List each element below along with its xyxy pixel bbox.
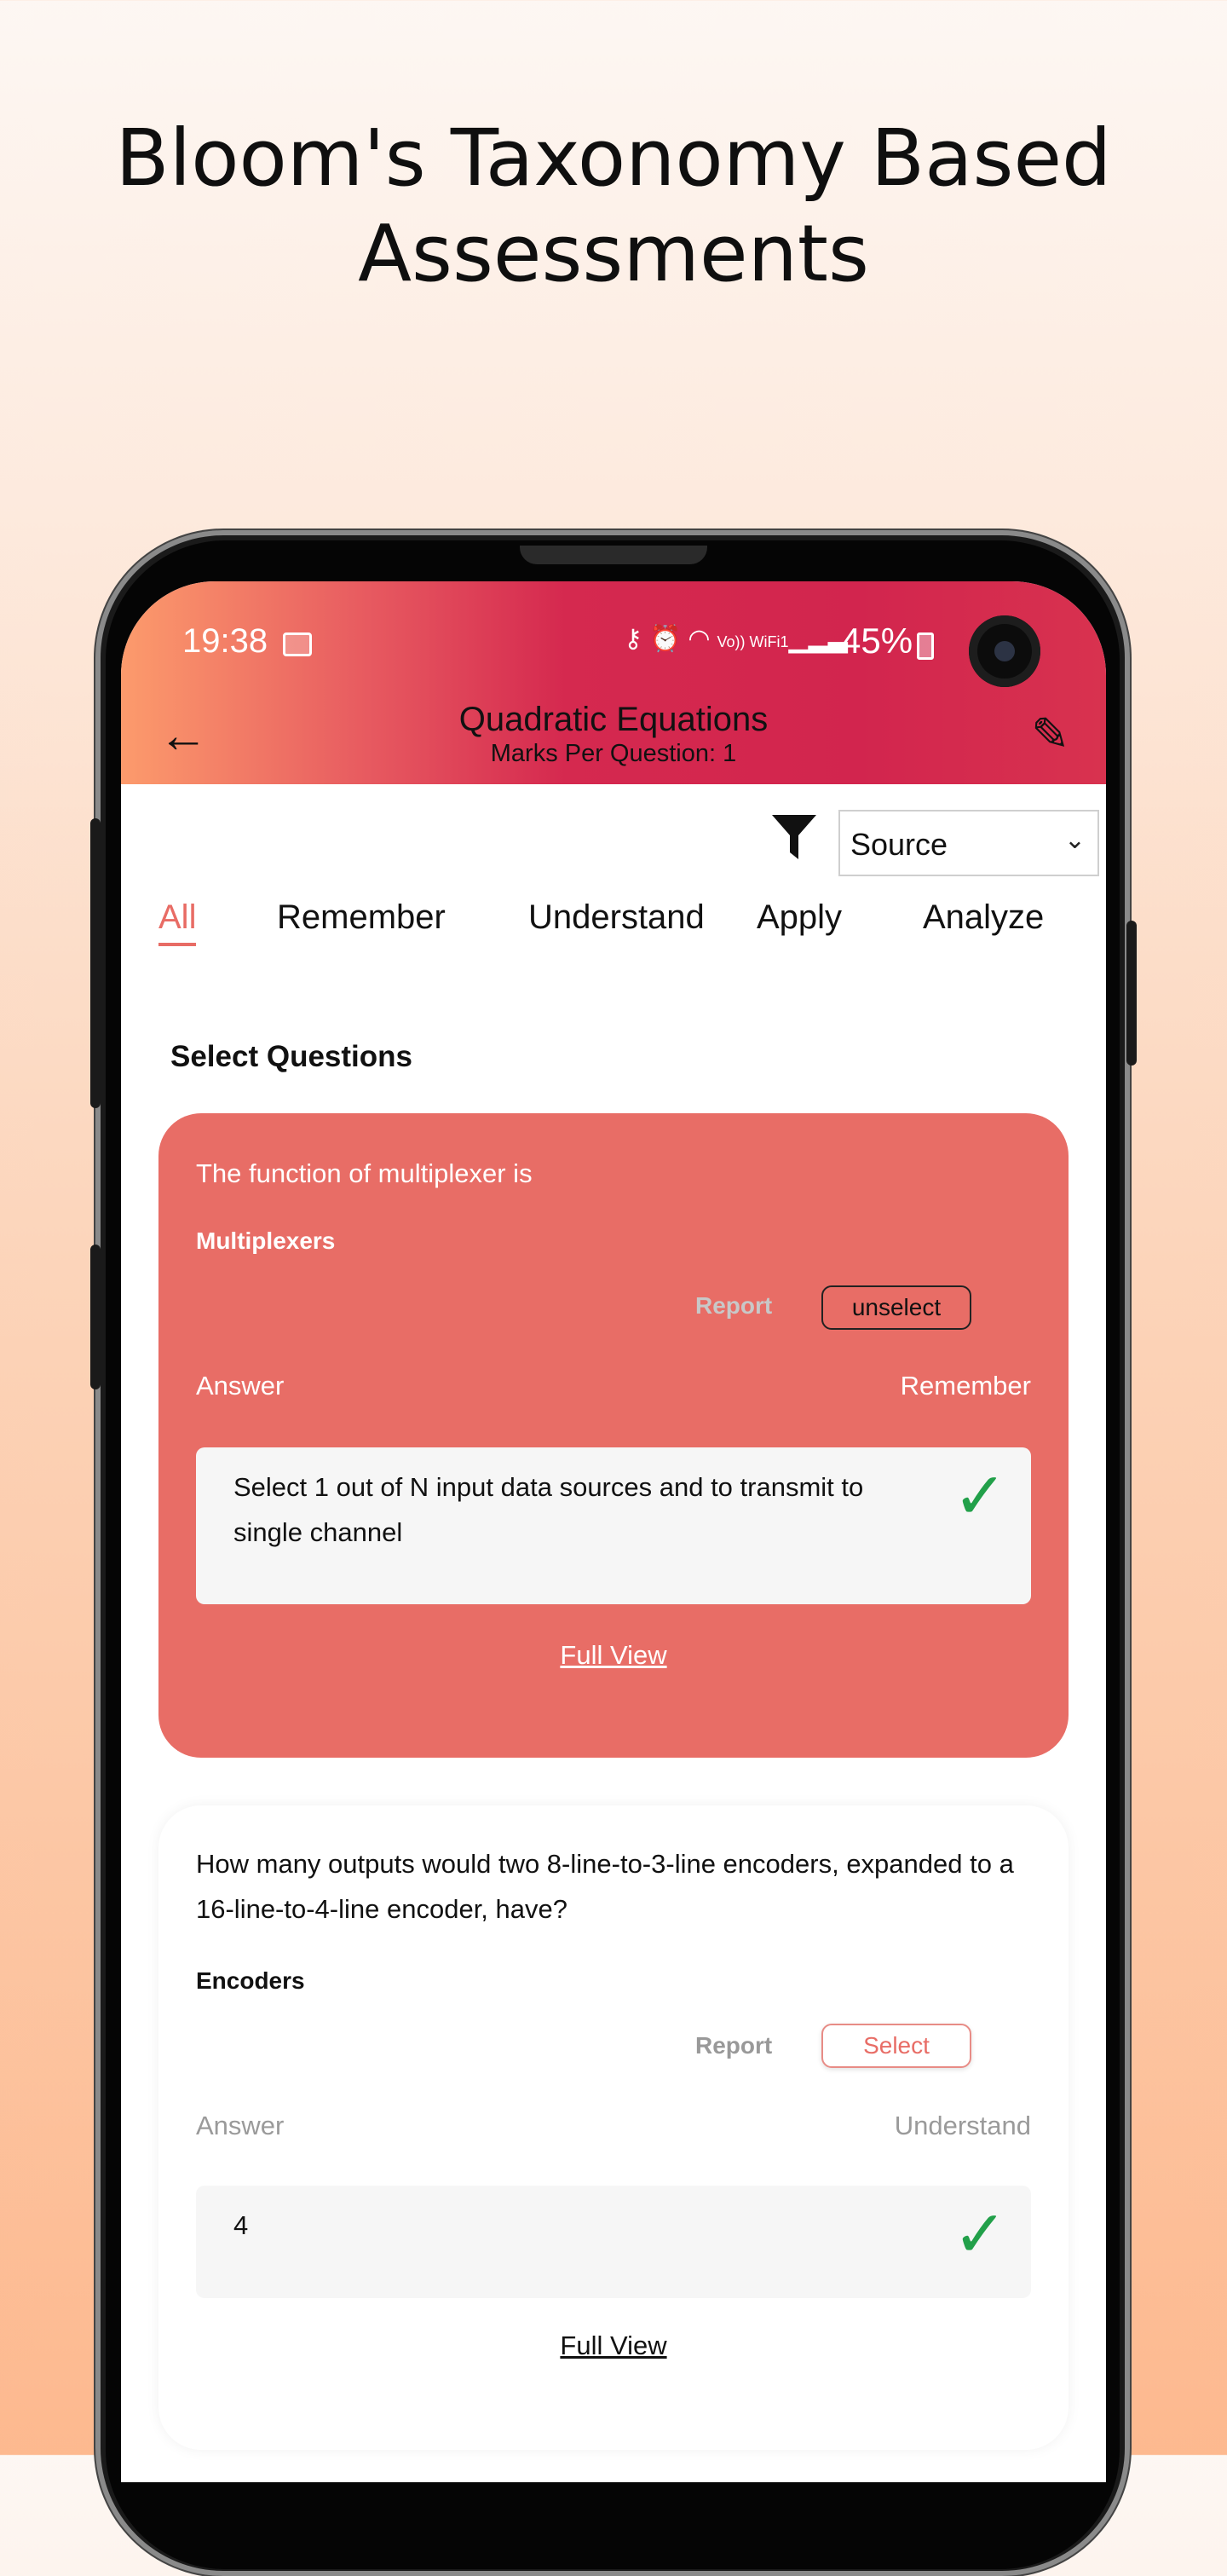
full-view-link[interactable]: Full View (158, 2331, 1069, 2361)
tab-all[interactable]: All (158, 898, 197, 946)
answer-box: 4 ✓ (196, 2186, 1031, 2298)
app-bar: 19:38 ⚷⏰◠Vo)) WiFi1▁▂▃ 45% ← Quadratic E… (121, 581, 1106, 784)
select-button[interactable]: Select (821, 2024, 971, 2068)
answer-box: Select 1 out of N input data sources and… (196, 1447, 1031, 1604)
phone-bixby-button (90, 1245, 101, 1389)
answer-label: Answer (196, 2111, 285, 2140)
alarm-icon: ⏰ (648, 625, 688, 653)
app-subtitle: Marks Per Question: 1 (490, 740, 737, 767)
pencil-icon[interactable]: ✎ (1031, 708, 1069, 761)
gallery-notification-icon (283, 632, 312, 656)
unselect-button[interactable]: unselect (821, 1285, 971, 1330)
report-link[interactable]: Report (695, 2032, 772, 2059)
filter-icon[interactable] (770, 811, 818, 863)
report-link[interactable]: Report (695, 1292, 772, 1320)
signal-icon: ▁▂▃ (788, 625, 848, 653)
section-title: Select Questions (170, 1040, 412, 1073)
headline-line-2: Assessments (358, 208, 869, 299)
network-label: Vo)) WiFi1 (717, 633, 789, 650)
phone-power-button (1126, 921, 1137, 1066)
tab-analyze[interactable]: Analyze (923, 898, 1044, 937)
answer-text: 4 (233, 2210, 249, 2240)
answer-label: Answer (196, 1371, 285, 1401)
app-title: Quadratic Equations (458, 701, 769, 738)
status-time: 19:38 (182, 622, 268, 660)
chevron-down-icon: ⌄ (1063, 826, 1086, 854)
battery-percent: 45% (841, 621, 913, 661)
question-card-selected[interactable]: The function of multiplexer is Multiplex… (158, 1113, 1069, 1758)
answer-text: Select 1 out of N input data sources and… (233, 1472, 864, 1547)
phone-volume-button (90, 818, 101, 1108)
source-select[interactable]: Source ⌄ (838, 810, 1099, 876)
question-topic: Encoders (196, 1967, 305, 1994)
wifi-icon: ◠ (688, 625, 717, 653)
vpn-key-icon: ⚷ (624, 625, 649, 653)
tab-remember[interactable]: Remember (277, 898, 446, 937)
battery-icon (917, 632, 934, 660)
phone-screen: 19:38 ⚷⏰◠Vo)) WiFi1▁▂▃ 45% ← Quadratic E… (121, 581, 1106, 2482)
bloom-level-label: Remember (900, 1371, 1031, 1401)
page-headline: Bloom's Taxonomy Based Assessments (0, 111, 1227, 302)
status-icons: ⚷⏰◠Vo)) WiFi1▁▂▃ (624, 624, 848, 654)
question-text: The function of multiplexer is (196, 1158, 533, 1188)
phone-speaker-grille (520, 546, 707, 564)
taxonomy-tabs: All Remember Understand Apply Analyze (121, 898, 1106, 958)
tab-apply[interactable]: Apply (757, 898, 842, 937)
check-icon: ✓ (953, 1460, 1007, 1533)
question-topic: Multiplexers (196, 1227, 336, 1254)
question-text: How many outputs would two 8-line-to-3-l… (196, 1849, 1014, 1924)
question-card[interactable]: How many outputs would two 8-line-to-3-l… (158, 1805, 1069, 2450)
bloom-level-label: Understand (894, 2111, 1031, 2140)
front-camera (969, 615, 1040, 687)
headline-line-1: Bloom's Taxonomy Based (115, 113, 1112, 204)
check-icon: ✓ (953, 2198, 1007, 2271)
tab-understand[interactable]: Understand (528, 898, 705, 937)
full-view-link[interactable]: Full View (158, 1640, 1069, 1671)
source-select-value: Source (850, 827, 948, 862)
